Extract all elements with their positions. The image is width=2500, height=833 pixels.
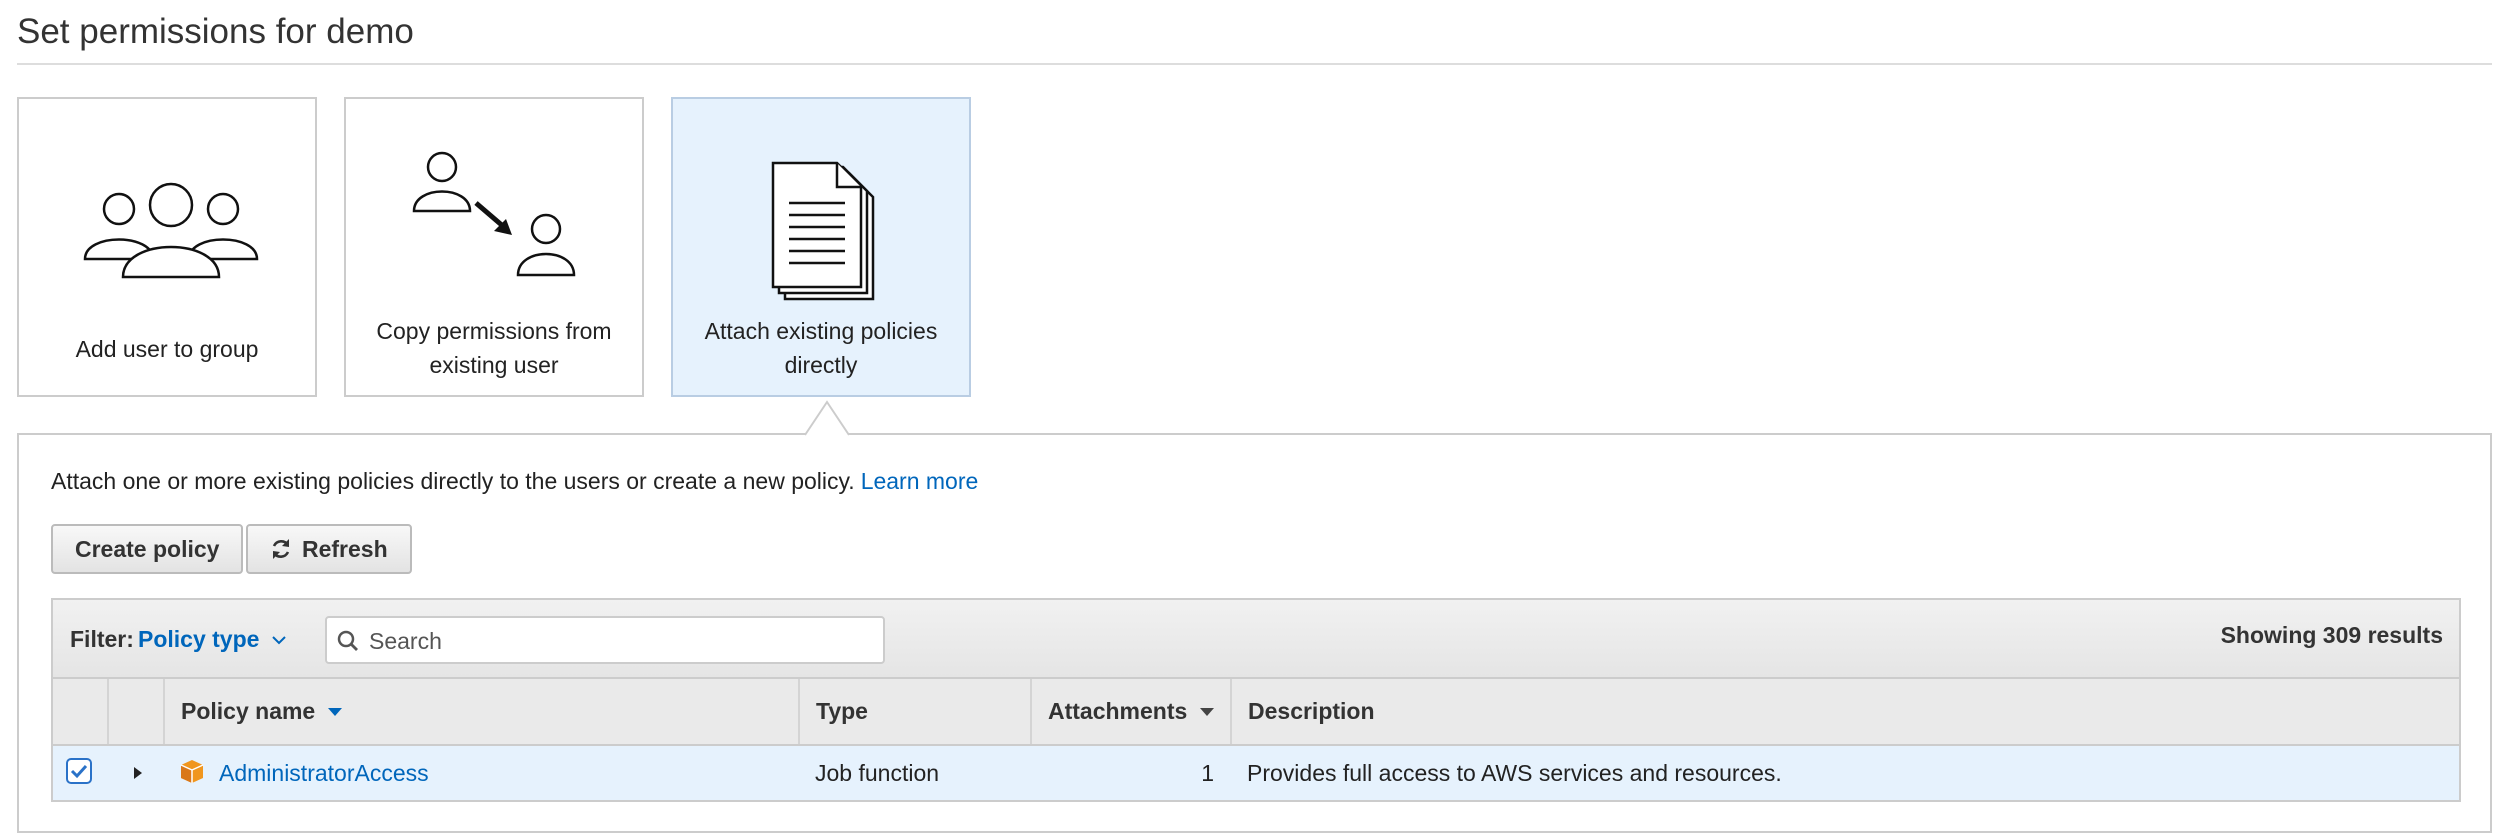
- panel-intro: Attach one or more existing policies dir…: [51, 468, 978, 495]
- table-row[interactable]: AdministratorAccess Job function 1 Provi…: [51, 746, 2461, 802]
- filter-label: Filter:: [70, 626, 134, 652]
- option-label-line2: existing user: [429, 352, 559, 378]
- select-column-header: [53, 679, 109, 744]
- filter-toolbar: Filter: Policy type Showing 309 results: [51, 598, 2461, 679]
- column-policy-name[interactable]: Policy name: [165, 679, 800, 744]
- refresh-icon: [272, 539, 290, 559]
- column-description[interactable]: Description: [1232, 679, 2459, 744]
- create-policy-label: Create policy: [75, 535, 220, 562]
- create-policy-button[interactable]: Create policy: [51, 524, 244, 574]
- title-divider: [17, 63, 2492, 65]
- results-count: Showing 309 results: [2220, 622, 2443, 648]
- refresh-button[interactable]: Refresh: [246, 524, 412, 574]
- policy-type-cell: Job function: [815, 759, 940, 786]
- column-type[interactable]: Type: [800, 679, 1032, 744]
- option-add-user-to-group[interactable]: Add user to group: [17, 97, 317, 397]
- learn-more-link[interactable]: Learn more: [861, 468, 979, 494]
- column-label: Policy name: [181, 698, 316, 724]
- checkmark-icon: [70, 764, 88, 779]
- table-header: Policy name Type Attachments Description: [51, 679, 2461, 746]
- expand-column-header: [109, 679, 165, 744]
- page-title: Set permissions for demo: [17, 12, 414, 51]
- row-checkbox[interactable]: [66, 758, 92, 784]
- option-label: Attach existing policies: [704, 318, 938, 344]
- panel-pointer: [805, 400, 849, 436]
- search-icon: [337, 630, 358, 651]
- column-label: Description: [1248, 698, 1375, 724]
- chevron-down-icon: [272, 635, 287, 644]
- policy-box-icon: [180, 760, 204, 783]
- column-label: Attachments: [1048, 698, 1188, 724]
- option-label-line2: directly: [784, 352, 858, 378]
- sort-desc-icon: [328, 707, 343, 716]
- caret-right-icon: [134, 767, 142, 779]
- option-label: Add user to group: [75, 336, 259, 362]
- column-attachments[interactable]: Attachments: [1032, 679, 1232, 744]
- policy-name-cell: AdministratorAccess: [179, 746, 429, 800]
- search-box[interactable]: [325, 616, 885, 664]
- user-group-icon: [83, 182, 259, 279]
- search-input[interactable]: [367, 622, 871, 660]
- filter-selected: Policy type: [138, 626, 260, 652]
- option-attach-policies[interactable]: Attach existing policies directly: [671, 97, 971, 397]
- policy-type-filter[interactable]: Policy type: [138, 626, 287, 653]
- description-cell: Provides full access to AWS services and…: [1247, 759, 1782, 786]
- option-label: Copy permissions from: [376, 318, 612, 344]
- document-stack-icon: [771, 161, 875, 301]
- attachments-cell: 1: [1201, 759, 1214, 786]
- intro-text: Attach one or more existing policies dir…: [51, 468, 855, 494]
- sort-desc-icon: [1200, 707, 1215, 716]
- copy-user-icon: [412, 151, 576, 277]
- column-label: Type: [816, 698, 868, 724]
- option-copy-permissions[interactable]: Copy permissions from existing user: [344, 97, 644, 397]
- refresh-label: Refresh: [302, 535, 388, 562]
- expand-toggle[interactable]: [133, 746, 143, 800]
- policy-name-link[interactable]: AdministratorAccess: [219, 760, 429, 787]
